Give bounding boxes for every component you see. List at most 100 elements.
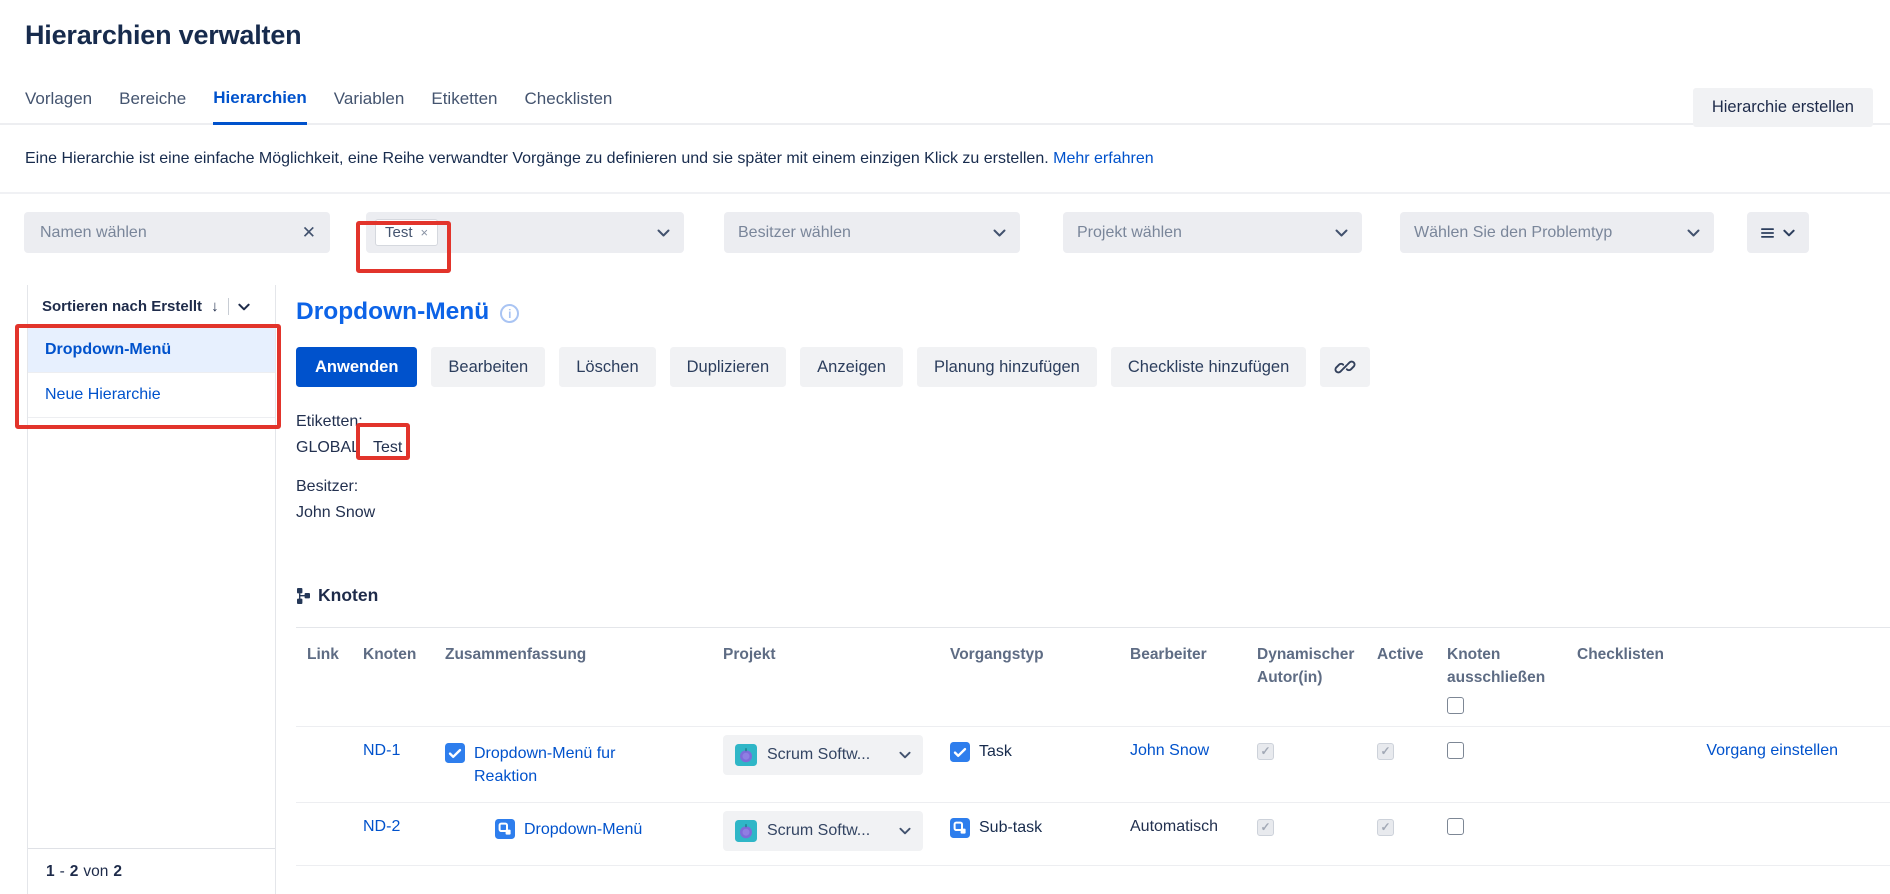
node-summary-link[interactable]: Dropdown-Menü fur Reaktion (474, 742, 632, 788)
subtask-type-icon (495, 819, 515, 839)
col-vorgangstyp: Vorgangstyp (939, 643, 1119, 666)
issue-type-label: Sub-task (979, 819, 1042, 837)
tab-variablen[interactable]: Variablen (334, 89, 405, 123)
add-checklist-button[interactable]: Checkliste hinzufügen (1111, 347, 1306, 387)
hierarchy-title: Dropdown-Menü (296, 298, 489, 326)
project-avatar (735, 744, 757, 766)
project-select[interactable]: Scrum Softw... (723, 735, 923, 775)
chevron-down-icon (899, 827, 911, 835)
set-issue-link[interactable]: Vorgang einstellen (1706, 742, 1838, 759)
chevron-down-icon (899, 751, 911, 759)
chevron-down-icon (993, 229, 1006, 237)
col-knoten: Knoten (352, 643, 434, 666)
node-key-link[interactable]: ND-2 (363, 818, 400, 835)
tab-bar: Vorlagen Bereiche Hierarchien Variablen … (0, 88, 1890, 125)
add-planning-button[interactable]: Planung hinzufügen (917, 347, 1097, 387)
table-row: ND-2 Dropdown-Menü Scrum Softw... (296, 803, 1890, 866)
node-summary-link[interactable]: Dropdown-Menü (524, 818, 642, 841)
issue-type-label: Task (979, 743, 1012, 761)
chevron-down-icon (1783, 229, 1795, 237)
show-button[interactable]: Anzeigen (800, 347, 903, 387)
hamburger-icon (1761, 226, 1774, 240)
task-type-icon (950, 742, 970, 762)
learn-more-link[interactable]: Mehr erfahren (1053, 150, 1154, 167)
page-header: Hierarchien verwalten (0, 0, 1890, 51)
hierarchy-list: Dropdown-Menü Neue Hierarchie (28, 327, 275, 418)
labels-heading: Etiketten: (296, 409, 1890, 435)
node-key-link[interactable]: ND-1 (363, 742, 400, 759)
assignee-link[interactable]: John Snow (1130, 742, 1209, 759)
list-item-neue-hierarchie[interactable]: Neue Hierarchie (28, 373, 275, 418)
col-active: Active (1366, 643, 1436, 666)
more-options-menu[interactable] (1747, 212, 1809, 253)
action-bar: Anwenden Bearbeiten Löschen Duplizieren … (296, 347, 1890, 387)
name-filter[interactable]: ✕ (24, 212, 330, 253)
col-bearbeiter: Bearbeiter (1119, 643, 1246, 666)
tab-etiketten[interactable]: Etiketten (431, 89, 497, 123)
link-icon (1334, 356, 1356, 378)
exclude-node-checkbox[interactable] (1447, 742, 1464, 759)
dynamic-author-checkbox: ✓ (1257, 743, 1274, 760)
active-checkbox: ✓ (1377, 819, 1394, 836)
labels-filter-select[interactable]: Test × (366, 212, 684, 253)
filter-bar: ✕ Test × Besitzer wählen Projekt wählen … (24, 212, 1890, 253)
clear-icon[interactable]: ✕ (302, 223, 316, 243)
tab-vorlagen[interactable]: Vorlagen (25, 89, 92, 123)
col-zusammenfassung: Zusammenfassung (434, 643, 712, 666)
tab-hierarchien[interactable]: Hierarchien (213, 88, 307, 125)
content-area: Sortieren nach Erstellt ↓ Dropdown-Menü … (0, 285, 1890, 894)
divider (0, 192, 1890, 194)
labels-section: Etiketten: GLOBAL Test (296, 409, 1890, 461)
col-projekt: Projekt (712, 643, 939, 666)
hierarchy-tree-icon (296, 587, 311, 604)
label-global: GLOBAL (296, 435, 360, 461)
pagination: 1 - 2 von 2 (28, 848, 275, 894)
copy-link-button[interactable] (1320, 347, 1370, 387)
label-test: Test (373, 435, 402, 461)
tab-checklisten[interactable]: Checklisten (525, 89, 613, 123)
create-hierarchy-button[interactable]: Hierarchie erstellen (1693, 88, 1873, 127)
owner-section: Besitzer: John Snow (296, 474, 1890, 526)
tab-bereiche[interactable]: Bereiche (119, 89, 186, 123)
sort-direction-icon[interactable]: ↓ (211, 298, 219, 315)
sort-control[interactable]: Sortieren nach Erstellt ↓ (28, 285, 275, 327)
project-filter-select[interactable]: Projekt wählen (1063, 212, 1362, 253)
edit-button[interactable]: Bearbeiten (431, 347, 545, 387)
label-filter-chip: Test × (375, 219, 438, 246)
col-link: Link (296, 643, 352, 666)
chevron-down-icon (1335, 229, 1348, 237)
project-select[interactable]: Scrum Softw... (723, 811, 923, 851)
chevron-down-icon (657, 229, 670, 237)
owner-heading: Besitzer: (296, 474, 1890, 500)
exclude-node-checkbox[interactable] (1447, 818, 1464, 835)
table-row: ND-1 Dropdown-Menü fur Reaktion Scrum So… (296, 727, 1890, 803)
hierarchy-sidebar: Sortieren nach Erstellt ↓ Dropdown-Menü … (27, 285, 276, 894)
active-checkbox: ✓ (1377, 743, 1394, 760)
duplicate-button[interactable]: Duplizieren (670, 347, 787, 387)
col-dynamischer-autor: Dynamischer Autor(in) (1246, 643, 1366, 689)
table-header-row: Link Knoten Zusammenfassung Projekt Vorg… (296, 628, 1890, 727)
chevron-down-icon[interactable] (238, 303, 250, 311)
remove-tag-icon[interactable]: × (421, 225, 429, 240)
hierarchy-detail: Dropdown-Menü i Anwenden Bearbeiten Lösc… (296, 285, 1890, 894)
intro-text: Eine Hierarchie ist eine einfache Möglic… (0, 125, 1890, 168)
project-avatar (735, 820, 757, 842)
task-type-icon (445, 743, 465, 763)
list-item-dropdown-menu[interactable]: Dropdown-Menü (28, 328, 275, 373)
owner-filter-select[interactable]: Besitzer wählen (724, 212, 1020, 253)
exclude-all-checkbox[interactable] (1447, 697, 1464, 714)
apply-button[interactable]: Anwenden (296, 347, 417, 387)
subtask-type-icon (950, 818, 970, 838)
dynamic-author-checkbox: ✓ (1257, 819, 1274, 836)
chevron-down-icon (1687, 229, 1700, 237)
nodes-table: Link Knoten Zusammenfassung Projekt Vorg… (296, 627, 1890, 866)
issuetype-filter-select[interactable]: Wählen Sie den Problemtyp (1400, 212, 1714, 253)
divider (228, 298, 229, 315)
delete-button[interactable]: Löschen (559, 347, 655, 387)
nodes-heading: Knoten (318, 585, 378, 606)
info-icon[interactable]: i (500, 304, 519, 323)
assignee-label: Automatisch (1130, 818, 1218, 835)
name-filter-input[interactable] (38, 223, 294, 243)
col-knoten-ausschliessen: Knoten ausschließen (1436, 643, 1566, 714)
owner-value: John Snow (296, 504, 375, 521)
